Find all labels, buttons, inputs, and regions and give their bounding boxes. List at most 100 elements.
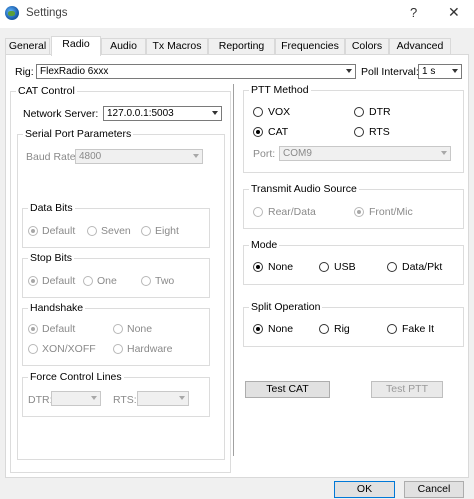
ptt-dtr-label: DTR (369, 106, 391, 118)
mode-none-radio[interactable] (253, 262, 263, 272)
rig-select[interactable]: FlexRadio 6xxx (36, 64, 356, 79)
handshake-none-radio[interactable] (113, 324, 123, 334)
audio-rear-data-radio[interactable] (253, 207, 263, 217)
tab-frequencies[interactable]: Frequencies (275, 38, 345, 55)
rig-label: Rig: (15, 66, 34, 78)
tab-radio[interactable]: Radio (51, 36, 101, 56)
split-operation-title: Split Operation (249, 301, 323, 313)
cancel-button[interactable]: Cancel (404, 481, 464, 498)
dtr-select[interactable] (51, 391, 101, 406)
ptt-vox-label: VOX (268, 106, 291, 118)
handshake-xonxoff-label: XON/XOFF (42, 343, 96, 355)
ptt-rts-radio[interactable] (354, 127, 364, 137)
force-control-lines-title: Force Control Lines (28, 371, 124, 383)
ptt-rts-label: RTS (369, 126, 390, 138)
network-server-input[interactable]: 127.0.0.1:5003 (103, 106, 222, 121)
ptt-port-select[interactable]: COM9 (279, 146, 451, 161)
network-server-label: Network Server: (23, 108, 99, 120)
poll-interval-spinner[interactable]: 1 s (418, 64, 462, 79)
data-bits-seven-label: Seven (101, 225, 131, 237)
handshake-hardware-label: Hardware (127, 343, 173, 355)
tab-reporting[interactable]: Reporting (208, 38, 275, 55)
serial-port-group: Serial Port Parameters Baud Rate: 4800 D… (17, 128, 225, 460)
ptt-method-group: PTT Method VOX DTR CAT RTS Port: COM9 (243, 84, 464, 173)
transmit-audio-source-title: Transmit Audio Source (249, 183, 359, 195)
serial-port-title: Serial Port Parameters (23, 128, 134, 140)
mode-usb-radio[interactable] (319, 262, 329, 272)
handshake-xonxoff-radio[interactable] (28, 344, 38, 354)
rts-select[interactable] (137, 391, 189, 406)
handshake-default-radio[interactable] (28, 324, 38, 334)
close-button[interactable]: ✕ (448, 4, 460, 21)
stop-bits-default-radio[interactable] (28, 276, 38, 286)
tab-tx-macros[interactable]: Tx Macros (146, 38, 208, 55)
mode-group: Mode None USB Data/Pkt (243, 239, 464, 285)
rts-label: RTS: (113, 394, 137, 406)
chevron-down-icon (193, 154, 199, 158)
stop-bits-group: Stop Bits Default One Two (22, 252, 210, 298)
window-title: Settings (26, 7, 68, 19)
tab-colors[interactable]: Colors (345, 38, 389, 55)
poll-interval-value: 1 s (422, 66, 436, 77)
split-fake-it-radio[interactable] (387, 324, 397, 334)
ptt-cat-label: CAT (268, 126, 289, 138)
dialog-footer: OK Cancel (0, 478, 474, 499)
globe-icon (5, 6, 19, 20)
split-none-radio[interactable] (253, 324, 263, 334)
radio-tab-panel: Rig: FlexRadio 6xxx Poll Interval: 1 s C… (5, 54, 469, 478)
mode-usb-label: USB (334, 261, 356, 273)
cat-control-group: CAT Control Network Server: 127.0.0.1:50… (10, 85, 231, 473)
ptt-vox-radio[interactable] (253, 107, 263, 117)
test-ptt-button[interactable]: Test PTT (371, 381, 443, 398)
tab-audio[interactable]: Audio (101, 38, 146, 55)
stop-bits-title: Stop Bits (28, 252, 75, 264)
ptt-cat-radio[interactable] (253, 127, 263, 137)
baud-rate-select[interactable]: 4800 (75, 149, 203, 164)
ptt-dtr-radio[interactable] (354, 107, 364, 117)
split-operation-group: Split Operation None Rig Fake It (243, 301, 464, 347)
force-control-lines-group: Force Control Lines DTR: RTS: (22, 371, 210, 417)
handshake-hardware-radio[interactable] (113, 344, 123, 354)
mode-data-pkt-label: Data/Pkt (402, 261, 443, 273)
tab-general[interactable]: General (5, 38, 50, 55)
stop-bits-two-radio[interactable] (141, 276, 151, 286)
split-rig-radio[interactable] (319, 324, 329, 334)
panel-divider (233, 84, 234, 456)
mode-none-label: None (268, 261, 294, 273)
dtr-label: DTR: (28, 394, 53, 406)
baud-rate-value: 4800 (79, 151, 102, 162)
tab-strip: General Radio Audio Tx Macros Reporting … (5, 36, 467, 56)
mode-data-pkt-radio[interactable] (387, 262, 397, 272)
data-bits-seven-radio[interactable] (87, 226, 97, 236)
audio-front-mic-radio[interactable] (354, 207, 364, 217)
stop-bits-two-label: Two (155, 275, 175, 287)
data-bits-eight-radio[interactable] (141, 226, 151, 236)
handshake-none-label: None (127, 323, 153, 335)
chevron-down-icon (212, 111, 218, 115)
transmit-audio-source-group: Transmit Audio Source Rear/Data Front/Mi… (243, 183, 464, 229)
chevron-down-icon (346, 69, 352, 73)
rig-value: FlexRadio 6xxx (40, 66, 109, 77)
data-bits-default-label: Default (42, 225, 76, 237)
audio-front-mic-label: Front/Mic (369, 206, 413, 218)
stop-bits-one-label: One (97, 275, 117, 287)
chevron-down-icon (179, 396, 185, 400)
audio-rear-data-label: Rear/Data (268, 206, 316, 218)
chevron-down-icon (91, 396, 97, 400)
tab-advanced[interactable]: Advanced (389, 38, 451, 55)
ok-button[interactable]: OK (334, 481, 395, 498)
split-none-label: None (268, 323, 294, 335)
baud-rate-label: Baud Rate: (26, 151, 79, 163)
help-button[interactable]: ? (410, 5, 417, 20)
mode-title: Mode (249, 239, 280, 251)
test-cat-button[interactable]: Test CAT (245, 381, 330, 398)
split-fake-it-label: Fake It (402, 323, 435, 335)
network-server-value: 127.0.0.1:5003 (107, 108, 174, 119)
handshake-title: Handshake (28, 302, 86, 314)
ptt-port-label: Port: (253, 148, 276, 160)
stop-bits-one-radio[interactable] (83, 276, 93, 286)
ptt-port-value: COM9 (283, 148, 312, 159)
data-bits-default-radio[interactable] (28, 226, 38, 236)
chevron-down-icon (441, 151, 447, 155)
data-bits-title: Data Bits (28, 202, 75, 214)
